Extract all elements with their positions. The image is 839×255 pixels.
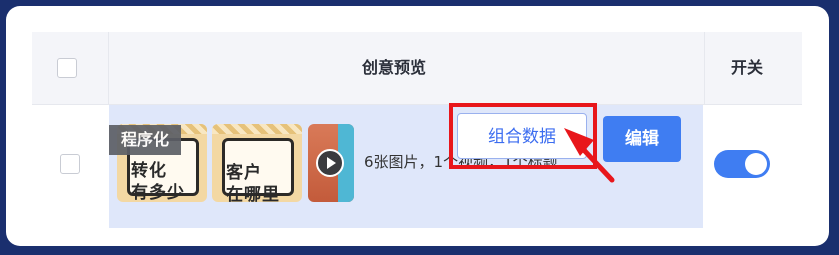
- header-preview: 创意预览: [362, 58, 427, 77]
- thumbnail-text-line2: 在哪里: [226, 185, 280, 202]
- table-header: 创意预览 开关: [32, 32, 802, 105]
- image-thumbnail[interactable]: 客户 在哪里: [212, 124, 302, 202]
- thumbnail-stripe: [212, 124, 302, 134]
- annotation-arrow-icon: [564, 128, 615, 183]
- thumbnail-text-line2: 有多少: [131, 183, 185, 202]
- row-checkbox[interactable]: [60, 154, 80, 174]
- table-row: 程序化 转化 有多少 客户 在哪里 6张图片，1个视频，1个标题 组合数据 编辑: [32, 103, 802, 228]
- creative-table: 创意预览 开关 程序化 转化 有多少 客户 在哪里 6张图片，1个视频，1个标题…: [32, 32, 802, 228]
- select-all-checkbox[interactable]: [57, 58, 77, 78]
- programmatic-tag: 程序化: [109, 125, 181, 155]
- play-icon[interactable]: [316, 149, 344, 177]
- header-switch: 开关: [731, 58, 764, 77]
- switch-toggle[interactable]: [714, 150, 770, 178]
- video-thumbnail[interactable]: [308, 124, 354, 202]
- toggle-knob: [745, 153, 767, 175]
